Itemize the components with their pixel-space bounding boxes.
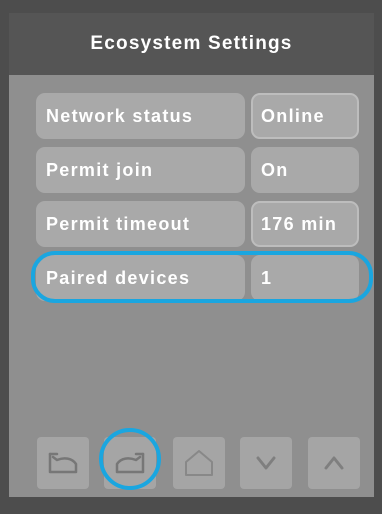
- setting-row-permit-timeout[interactable]: Permit timeout 176 min: [9, 201, 374, 247]
- setting-label: Network status: [36, 93, 245, 139]
- scroll-down-button[interactable]: [240, 437, 292, 489]
- settings-panel: Network status Online Permit join On Per…: [9, 75, 374, 497]
- undo-button[interactable]: [37, 437, 89, 489]
- chevron-up-icon: [324, 456, 344, 470]
- setting-label: Permit join: [36, 147, 245, 193]
- scroll-up-button[interactable]: [308, 437, 360, 489]
- setting-row-permit-join[interactable]: Permit join On: [9, 147, 374, 193]
- header-bar: Ecosystem Settings: [9, 13, 374, 75]
- page-title: Ecosystem Settings: [90, 33, 293, 54]
- undo-icon: [48, 452, 78, 474]
- redo-button[interactable]: [104, 437, 156, 489]
- setting-row-network-status[interactable]: Network status Online: [9, 93, 374, 139]
- setting-value: Online: [251, 93, 359, 139]
- setting-value: On: [251, 147, 359, 193]
- redo-icon: [115, 452, 145, 474]
- home-icon: [185, 450, 213, 476]
- setting-label: Paired devices: [36, 255, 245, 301]
- home-button[interactable]: [173, 437, 225, 489]
- setting-label: Permit timeout: [36, 201, 245, 247]
- device-screen: Ecosystem Settings Network status Online…: [0, 0, 382, 514]
- chevron-down-icon: [256, 456, 276, 470]
- setting-row-paired-devices[interactable]: Paired devices 1: [9, 251, 374, 303]
- setting-value: 1: [251, 255, 359, 301]
- setting-value: 176 min: [251, 201, 359, 247]
